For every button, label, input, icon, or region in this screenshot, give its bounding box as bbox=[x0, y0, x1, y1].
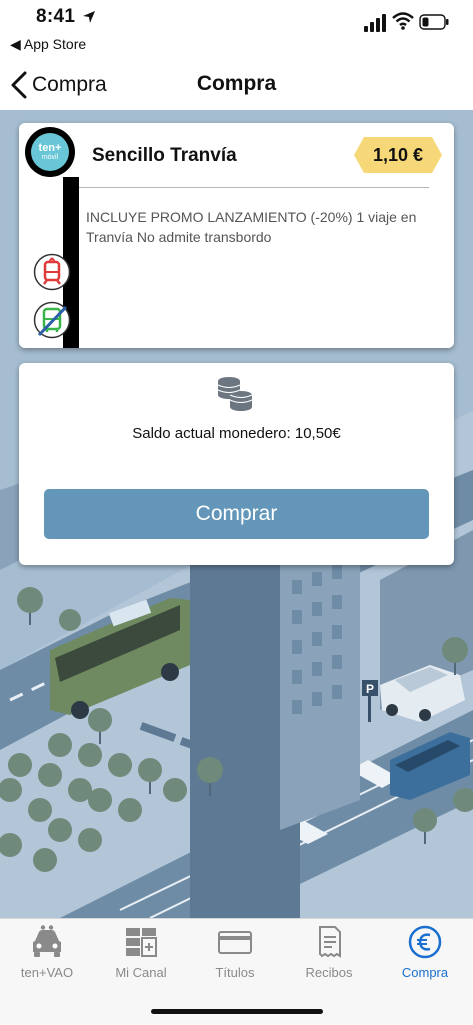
ticket-description: INCLUYE PROMO LANZAMIENTO (-20%) 1 viaje… bbox=[86, 209, 417, 245]
wallet-card: Saldo actual monedero: 10,50€ Comprar bbox=[19, 363, 454, 565]
logo-main-text: ten+ bbox=[38, 141, 62, 154]
receipt-icon bbox=[319, 926, 341, 958]
tab-label: Recibos bbox=[305, 965, 353, 980]
navigation-bar: Compra Compra bbox=[0, 60, 473, 110]
buy-button[interactable]: Comprar bbox=[44, 489, 429, 539]
status-time: 8:41 bbox=[36, 6, 76, 27]
battery-icon bbox=[419, 14, 449, 30]
tab-mi-canal[interactable]: Mi Canal bbox=[94, 925, 188, 987]
page-title: Compra bbox=[196, 72, 277, 95]
svg-text:P: P bbox=[366, 682, 374, 696]
wallet-balance: Saldo actual monedero: 10,50€ bbox=[132, 425, 341, 442]
coins-icon bbox=[217, 377, 253, 411]
tab-label: Compra bbox=[401, 965, 449, 980]
home-indicator[interactable] bbox=[151, 1009, 323, 1014]
tab-compra[interactable]: Compra bbox=[378, 925, 472, 987]
ticket-price: 1,10 € bbox=[372, 145, 424, 165]
back-to-app-store[interactable]: ◀ App Store bbox=[10, 36, 86, 53]
location-arrow-icon bbox=[83, 11, 95, 23]
card-icon bbox=[218, 931, 252, 954]
divider bbox=[79, 187, 429, 188]
tab-label: Mi Canal bbox=[115, 965, 167, 980]
signal-icon bbox=[364, 14, 386, 32]
grid-icon bbox=[126, 928, 157, 957]
car-icon bbox=[33, 925, 61, 957]
tab-label: Títulos bbox=[215, 965, 255, 980]
logo-inner: ten+ móvil bbox=[31, 133, 69, 171]
euro-icon bbox=[408, 925, 442, 959]
tab-recibos[interactable]: Recibos bbox=[282, 925, 376, 987]
price-badge: 1,10 € bbox=[354, 137, 442, 173]
ten-plus-movil-logo: ten+ móvil bbox=[25, 127, 75, 177]
tab-ten-vao[interactable]: ten+VAO bbox=[0, 925, 94, 987]
ticket-card[interactable]: ten+ móvil Sencillo Tranvía 1,10 € INCLU… bbox=[19, 123, 454, 348]
tab-bar: ten+VAO Mi Canal Títulos Recibos Compra bbox=[0, 918, 473, 1025]
logo-sub-text: móvil bbox=[41, 153, 59, 161]
status-bar: 8:41 ◀ App Store bbox=[0, 0, 473, 60]
bus-not-allowed-icon bbox=[33, 301, 71, 339]
tram-icon bbox=[33, 253, 71, 291]
ticket-name: Sencillo Tranvía bbox=[92, 145, 237, 166]
tab-titulos[interactable]: Títulos bbox=[188, 925, 282, 987]
tab-label: ten+VAO bbox=[20, 965, 74, 980]
wifi-icon bbox=[392, 12, 414, 30]
